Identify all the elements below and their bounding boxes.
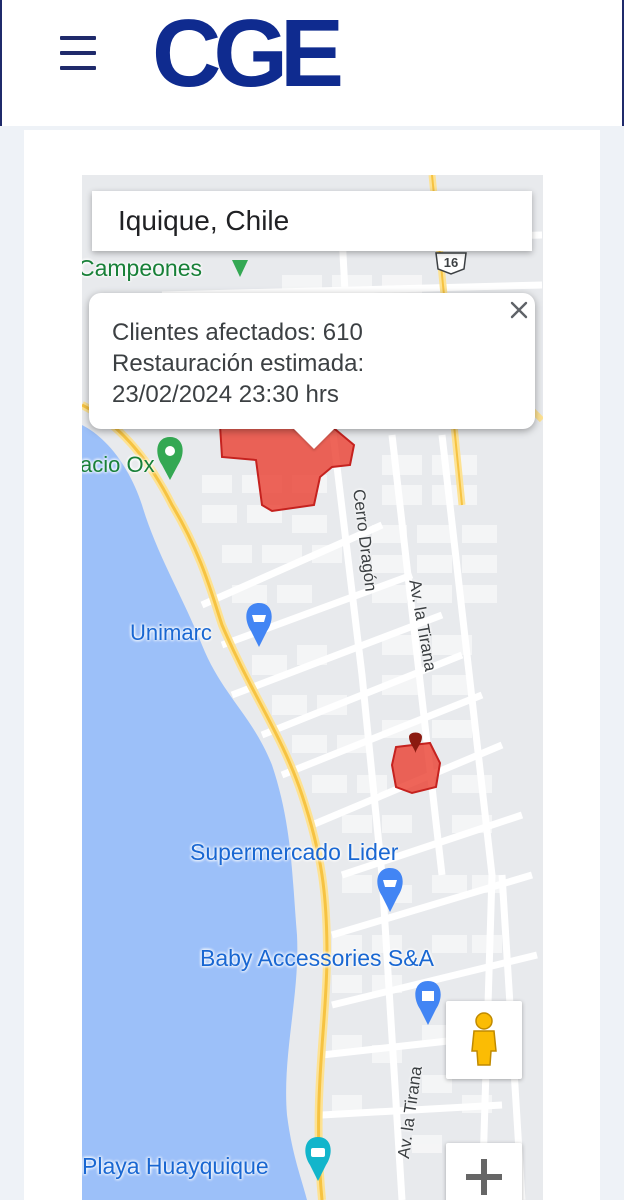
restoration-datetime: 23/02/2024 23:30 hrs bbox=[112, 381, 339, 408]
affected-clients-text: Clientes afectados: 610 bbox=[112, 319, 363, 346]
outage-info-popup: Clientes afectados: 610 Restauración est… bbox=[89, 293, 535, 429]
location-search-input[interactable]: Iquique, Chile bbox=[92, 191, 532, 251]
search-value: Iquique, Chile bbox=[118, 205, 290, 236]
label-lider[interactable]: Supermercado Lider bbox=[190, 839, 398, 866]
zoom-in-button[interactable] bbox=[446, 1143, 522, 1200]
street-view-pegman-button[interactable] bbox=[446, 1001, 522, 1079]
app-header: CGE bbox=[0, 0, 624, 126]
cge-logo[interactable]: CGE bbox=[132, 8, 356, 100]
pegman-icon bbox=[471, 1012, 497, 1066]
label-campeones: Campeones bbox=[82, 255, 203, 281]
close-icon[interactable] bbox=[506, 297, 532, 323]
label-baby-accessories[interactable]: Baby Accessories S&A bbox=[200, 945, 434, 972]
restoration-label: Restauración estimada: bbox=[112, 350, 365, 377]
label-playa[interactable]: Playa Huayquique bbox=[82, 1153, 269, 1180]
hamburger-menu-icon[interactable] bbox=[60, 34, 96, 72]
label-unimarc[interactable]: Unimarc bbox=[130, 620, 212, 646]
logo-text: CGE bbox=[152, 8, 341, 100]
label-palacio: acio Ox bbox=[82, 452, 155, 477]
highway-16-shield-icon: 16 bbox=[435, 252, 467, 275]
outage-map[interactable]: Campeones acio Ox Unimarc Supermercado L… bbox=[82, 175, 543, 1200]
highway-number: 16 bbox=[444, 255, 458, 270]
popup-tail bbox=[292, 427, 336, 449]
